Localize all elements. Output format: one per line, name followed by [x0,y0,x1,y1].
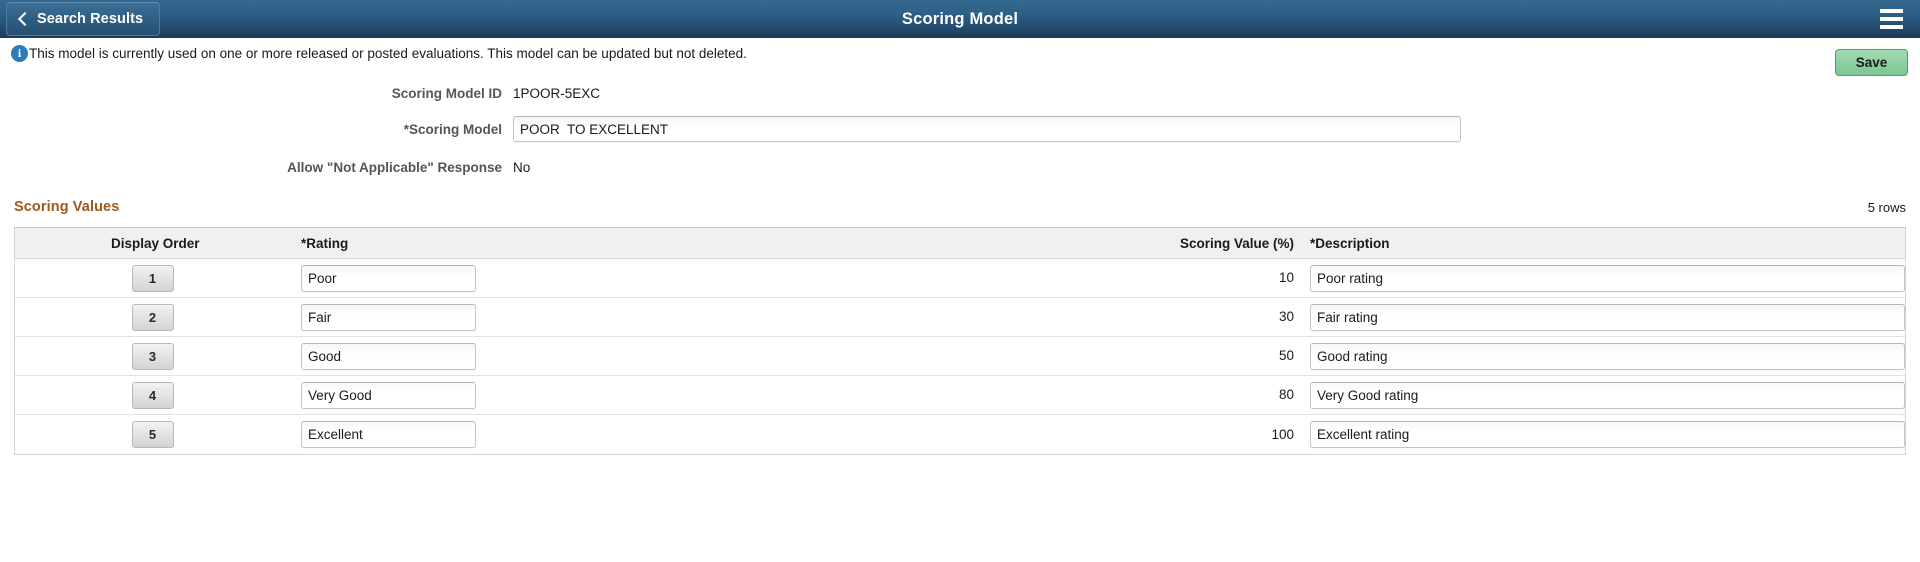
column-header-description: *Description [1310,235,1390,251]
scoring-value-text: 10 [1278,270,1294,285]
page-title: Scoring Model [901,9,1019,28]
display-order-button[interactable]: 4 [131,381,174,409]
description-input[interactable] [1310,264,1905,292]
field-row-allow-not-applicable: Allow "Not Applicable" Response No [0,154,1920,180]
table-row: 4 80 [15,376,1905,415]
rating-input[interactable] [301,342,476,370]
hamburger-bar [1880,25,1903,29]
app-header: Search Results Scoring Model [0,0,1920,38]
scoring-value-text: 80 [1278,387,1294,402]
chevron-left-icon [17,11,33,27]
table-row: 1 10 [15,259,1905,298]
column-header-display-order: Display Order [111,235,200,251]
description-input[interactable] [1310,381,1905,409]
column-header-scoring-value: Scoring Value (%) [1179,235,1294,251]
allow-not-applicable-value: No [513,159,531,175]
scoring-values-section-header: Scoring Values 5 rows [0,198,1920,220]
rating-input[interactable] [301,421,476,448]
save-button[interactable]: Save [1835,49,1908,76]
scoring-value-text: 100 [1271,426,1294,442]
column-header-rating: *Rating [301,235,349,251]
scoring-value-text: 30 [1278,309,1294,324]
field-row-scoring-model: *Scoring Model [0,114,1920,144]
scoring-values-title: Scoring Values [14,199,120,215]
scoring-value-text: 50 [1278,348,1294,363]
allow-not-applicable-label: Allow "Not Applicable" Response [287,159,502,175]
rating-input[interactable] [301,381,476,409]
scoring-values-grid: Display Order *Rating Scoring Value (%) … [14,227,1906,455]
notification-message: This model is currently used on one or m… [29,45,747,61]
table-row: 3 50 [15,337,1905,376]
rating-input[interactable] [301,303,476,331]
display-order-button[interactable]: 3 [131,342,174,370]
description-input[interactable] [1310,342,1905,370]
description-input[interactable] [1310,421,1905,448]
description-input[interactable] [1310,303,1905,331]
table-row: 2 30 [15,298,1905,337]
row-count-label: 5 rows [1867,200,1906,215]
scoring-model-form: Scoring Model ID 1POOR-5EXC *Scoring Mod… [0,68,1920,180]
hamburger-bar [1880,9,1903,13]
back-button-label: Search Results [37,11,144,27]
scoring-model-id-label: Scoring Model ID [391,85,502,101]
grid-header-row: Display Order *Rating Scoring Value (%) … [15,228,1905,259]
display-order-button[interactable]: 5 [131,421,174,448]
hamburger-bar [1880,17,1903,21]
display-order-button[interactable]: 1 [131,264,174,292]
display-order-button[interactable]: 2 [131,303,174,331]
back-to-search-results-button[interactable]: Search Results [6,2,161,36]
info-icon: i [11,44,28,62]
scoring-model-input[interactable] [513,116,1461,142]
rating-input[interactable] [301,264,476,292]
hamburger-menu-icon[interactable] [1880,9,1903,29]
scoring-model-label: *Scoring Model [403,121,502,137]
notification-bar: i This model is currently used on one or… [0,38,1920,68]
table-row: 5 100 [15,415,1905,454]
scoring-model-id-value: 1POOR-5EXC [513,85,601,101]
field-row-scoring-model-id: Scoring Model ID 1POOR-5EXC [0,80,1920,106]
